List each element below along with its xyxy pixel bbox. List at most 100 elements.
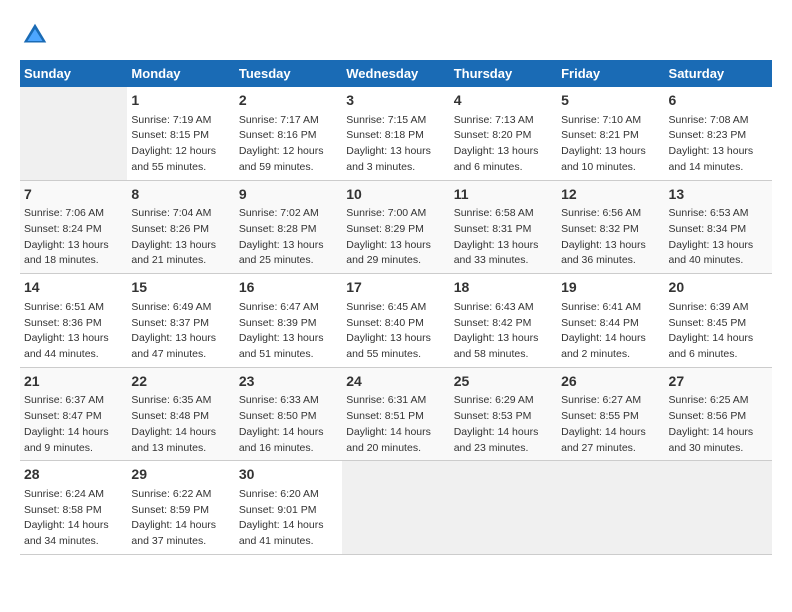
day-number: 18 <box>454 278 553 298</box>
day-info: Sunrise: 6:20 AMSunset: 9:01 PMDaylight:… <box>239 487 338 550</box>
calendar-cell: 4Sunrise: 7:13 AMSunset: 8:20 PMDaylight… <box>450 87 557 180</box>
calendar-cell: 26Sunrise: 6:27 AMSunset: 8:55 PMDayligh… <box>557 367 664 461</box>
day-info: Sunrise: 6:47 AMSunset: 8:39 PMDaylight:… <box>239 300 338 363</box>
day-info: Sunrise: 7:02 AMSunset: 8:28 PMDaylight:… <box>239 206 338 269</box>
day-number: 14 <box>24 278 123 298</box>
day-info: Sunrise: 6:25 AMSunset: 8:56 PMDaylight:… <box>669 393 768 456</box>
day-number: 30 <box>239 465 338 485</box>
logo <box>20 20 54 50</box>
day-number: 21 <box>24 372 123 392</box>
week-row-0: 1Sunrise: 7:19 AMSunset: 8:15 PMDaylight… <box>20 87 772 180</box>
calendar-cell: 27Sunrise: 6:25 AMSunset: 8:56 PMDayligh… <box>665 367 772 461</box>
day-info: Sunrise: 6:22 AMSunset: 8:59 PMDaylight:… <box>131 487 230 550</box>
header-day-thursday: Thursday <box>450 60 557 87</box>
calendar-cell: 3Sunrise: 7:15 AMSunset: 8:18 PMDaylight… <box>342 87 449 180</box>
day-info: Sunrise: 6:27 AMSunset: 8:55 PMDaylight:… <box>561 393 660 456</box>
header-day-wednesday: Wednesday <box>342 60 449 87</box>
day-info: Sunrise: 7:00 AMSunset: 8:29 PMDaylight:… <box>346 206 445 269</box>
week-row-4: 28Sunrise: 6:24 AMSunset: 8:58 PMDayligh… <box>20 461 772 555</box>
calendar-cell: 28Sunrise: 6:24 AMSunset: 8:58 PMDayligh… <box>20 461 127 555</box>
day-info: Sunrise: 6:58 AMSunset: 8:31 PMDaylight:… <box>454 206 553 269</box>
header-row: SundayMondayTuesdayWednesdayThursdayFrid… <box>20 60 772 87</box>
day-info: Sunrise: 7:04 AMSunset: 8:26 PMDaylight:… <box>131 206 230 269</box>
day-info: Sunrise: 6:37 AMSunset: 8:47 PMDaylight:… <box>24 393 123 456</box>
day-info: Sunrise: 7:17 AMSunset: 8:16 PMDaylight:… <box>239 113 338 176</box>
calendar-header: SundayMondayTuesdayWednesdayThursdayFrid… <box>20 60 772 87</box>
day-number: 26 <box>561 372 660 392</box>
calendar-cell: 6Sunrise: 7:08 AMSunset: 8:23 PMDaylight… <box>665 87 772 180</box>
day-info: Sunrise: 6:24 AMSunset: 8:58 PMDaylight:… <box>24 487 123 550</box>
calendar-cell <box>342 461 449 555</box>
calendar-cell <box>20 87 127 180</box>
header-day-friday: Friday <box>557 60 664 87</box>
day-number: 10 <box>346 185 445 205</box>
calendar-cell: 2Sunrise: 7:17 AMSunset: 8:16 PMDaylight… <box>235 87 342 180</box>
week-row-2: 14Sunrise: 6:51 AMSunset: 8:36 PMDayligh… <box>20 274 772 368</box>
day-info: Sunrise: 6:41 AMSunset: 8:44 PMDaylight:… <box>561 300 660 363</box>
day-info: Sunrise: 7:15 AMSunset: 8:18 PMDaylight:… <box>346 113 445 176</box>
day-info: Sunrise: 6:53 AMSunset: 8:34 PMDaylight:… <box>669 206 768 269</box>
day-info: Sunrise: 6:31 AMSunset: 8:51 PMDaylight:… <box>346 393 445 456</box>
calendar-body: 1Sunrise: 7:19 AMSunset: 8:15 PMDaylight… <box>20 87 772 554</box>
day-info: Sunrise: 6:39 AMSunset: 8:45 PMDaylight:… <box>669 300 768 363</box>
day-number: 24 <box>346 372 445 392</box>
calendar-cell: 19Sunrise: 6:41 AMSunset: 8:44 PMDayligh… <box>557 274 664 368</box>
week-row-3: 21Sunrise: 6:37 AMSunset: 8:47 PMDayligh… <box>20 367 772 461</box>
header-day-sunday: Sunday <box>20 60 127 87</box>
calendar-cell <box>665 461 772 555</box>
day-info: Sunrise: 6:56 AMSunset: 8:32 PMDaylight:… <box>561 206 660 269</box>
calendar-cell: 21Sunrise: 6:37 AMSunset: 8:47 PMDayligh… <box>20 367 127 461</box>
header-day-saturday: Saturday <box>665 60 772 87</box>
day-number: 12 <box>561 185 660 205</box>
day-number: 4 <box>454 91 553 111</box>
calendar-cell: 7Sunrise: 7:06 AMSunset: 8:24 PMDaylight… <box>20 180 127 274</box>
calendar-cell: 8Sunrise: 7:04 AMSunset: 8:26 PMDaylight… <box>127 180 234 274</box>
calendar-cell: 24Sunrise: 6:31 AMSunset: 8:51 PMDayligh… <box>342 367 449 461</box>
day-info: Sunrise: 6:29 AMSunset: 8:53 PMDaylight:… <box>454 393 553 456</box>
day-number: 2 <box>239 91 338 111</box>
calendar-cell: 20Sunrise: 6:39 AMSunset: 8:45 PMDayligh… <box>665 274 772 368</box>
calendar-cell: 12Sunrise: 6:56 AMSunset: 8:32 PMDayligh… <box>557 180 664 274</box>
calendar-cell: 10Sunrise: 7:00 AMSunset: 8:29 PMDayligh… <box>342 180 449 274</box>
day-number: 20 <box>669 278 768 298</box>
day-number: 7 <box>24 185 123 205</box>
day-info: Sunrise: 6:33 AMSunset: 8:50 PMDaylight:… <box>239 393 338 456</box>
calendar-cell: 14Sunrise: 6:51 AMSunset: 8:36 PMDayligh… <box>20 274 127 368</box>
calendar-cell: 22Sunrise: 6:35 AMSunset: 8:48 PMDayligh… <box>127 367 234 461</box>
day-info: Sunrise: 6:49 AMSunset: 8:37 PMDaylight:… <box>131 300 230 363</box>
day-number: 22 <box>131 372 230 392</box>
day-number: 25 <box>454 372 553 392</box>
calendar-cell <box>450 461 557 555</box>
day-number: 13 <box>669 185 768 205</box>
calendar-cell: 9Sunrise: 7:02 AMSunset: 8:28 PMDaylight… <box>235 180 342 274</box>
day-number: 11 <box>454 185 553 205</box>
header-day-monday: Monday <box>127 60 234 87</box>
calendar-cell: 29Sunrise: 6:22 AMSunset: 8:59 PMDayligh… <box>127 461 234 555</box>
calendar-cell: 1Sunrise: 7:19 AMSunset: 8:15 PMDaylight… <box>127 87 234 180</box>
day-info: Sunrise: 6:43 AMSunset: 8:42 PMDaylight:… <box>454 300 553 363</box>
day-number: 23 <box>239 372 338 392</box>
day-number: 27 <box>669 372 768 392</box>
calendar-cell <box>557 461 664 555</box>
logo-icon <box>20 20 50 50</box>
page-header <box>20 20 772 50</box>
week-row-1: 7Sunrise: 7:06 AMSunset: 8:24 PMDaylight… <box>20 180 772 274</box>
day-info: Sunrise: 7:06 AMSunset: 8:24 PMDaylight:… <box>24 206 123 269</box>
calendar-cell: 11Sunrise: 6:58 AMSunset: 8:31 PMDayligh… <box>450 180 557 274</box>
calendar-cell: 15Sunrise: 6:49 AMSunset: 8:37 PMDayligh… <box>127 274 234 368</box>
calendar-cell: 13Sunrise: 6:53 AMSunset: 8:34 PMDayligh… <box>665 180 772 274</box>
calendar-cell: 23Sunrise: 6:33 AMSunset: 8:50 PMDayligh… <box>235 367 342 461</box>
header-day-tuesday: Tuesday <box>235 60 342 87</box>
day-info: Sunrise: 7:08 AMSunset: 8:23 PMDaylight:… <box>669 113 768 176</box>
day-number: 15 <box>131 278 230 298</box>
day-number: 8 <box>131 185 230 205</box>
calendar-cell: 30Sunrise: 6:20 AMSunset: 9:01 PMDayligh… <box>235 461 342 555</box>
day-number: 16 <box>239 278 338 298</box>
calendar-cell: 16Sunrise: 6:47 AMSunset: 8:39 PMDayligh… <box>235 274 342 368</box>
calendar-cell: 18Sunrise: 6:43 AMSunset: 8:42 PMDayligh… <box>450 274 557 368</box>
day-number: 29 <box>131 465 230 485</box>
day-number: 19 <box>561 278 660 298</box>
day-number: 3 <box>346 91 445 111</box>
calendar-cell: 17Sunrise: 6:45 AMSunset: 8:40 PMDayligh… <box>342 274 449 368</box>
day-number: 5 <box>561 91 660 111</box>
